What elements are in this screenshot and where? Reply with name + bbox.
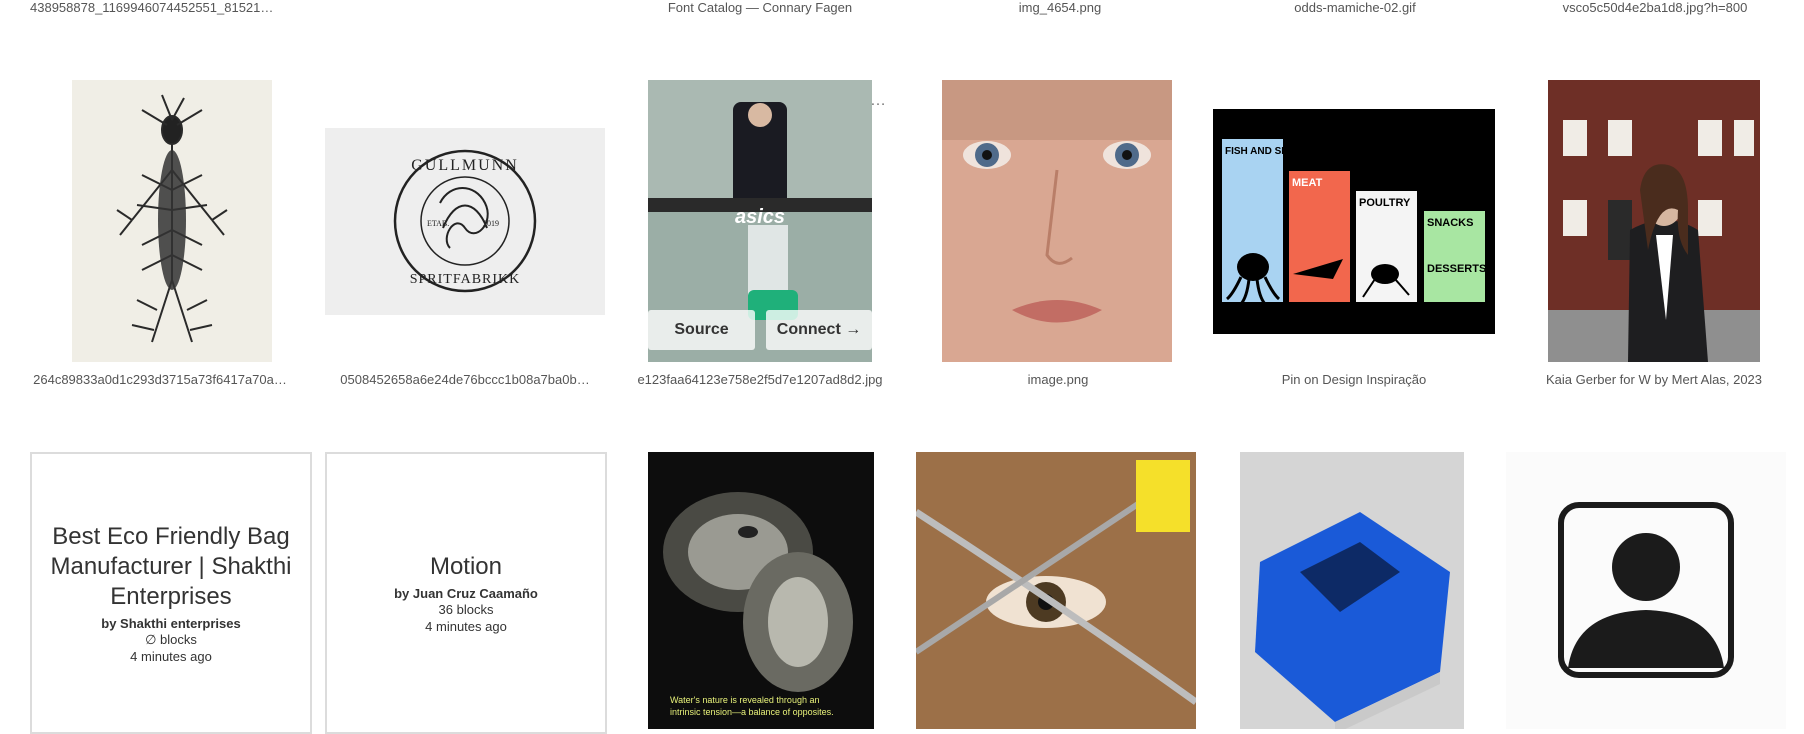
face-photo <box>942 80 1172 362</box>
image-block-blue-book[interactable] <box>1240 452 1464 729</box>
water-photo <box>648 452 874 729</box>
source-button[interactable]: Source <box>648 310 755 350</box>
image-block-menu[interactable]: FISH AND SEAFOODS MEAT POULTRY SNACKS DE… <box>1213 109 1495 334</box>
block-caption[interactable]: vsco5c50d4e2ba1d8.jpg?h=800 <box>1515 0 1795 15</box>
block-caption[interactable]: e123faa64123e758e2f5d7e1207ad8d2.jpg <box>620 372 900 387</box>
channel-block-count: 36 blocks <box>438 601 494 617</box>
channel-block-count: ∅ blocks <box>145 631 197 647</box>
image-block-water[interactable]: Water's nature is revealed through an in… <box>648 452 874 729</box>
menu-poultry-label: POULTRY <box>1359 197 1411 209</box>
block-caption[interactable]: Kaia Gerber for W by Mert Alas, 2023 <box>1520 372 1788 387</box>
menu-desserts-label: DESSERTS <box>1427 263 1486 275</box>
block-caption[interactable]: 264c89833a0d1c293d3715a73f6417a70a… <box>30 372 290 387</box>
logo-right-text: 2019 <box>483 219 499 228</box>
thorn-figure-image <box>72 80 272 362</box>
kaia-gerber-photo <box>1548 80 1760 362</box>
channel-block-shakthi[interactable]: Best Eco Friendly Bag Manufacturer | Sha… <box>30 452 312 734</box>
block-caption[interactable]: 0508452658a6e24de76bccc1b08a7ba0b… <box>325 372 605 387</box>
connect-label: Connect → <box>776 321 862 338</box>
logo-top-text: GULLMUNN <box>411 157 519 174</box>
barbed-eye-photo <box>916 452 1196 729</box>
image-block-asics[interactable]: asics Source Connect → <box>648 80 872 362</box>
connect-button[interactable]: Connect → <box>766 310 872 350</box>
image-block-barbed-eye[interactable] <box>916 452 1196 729</box>
water-caption-text: Water's nature is revealed through an in… <box>670 695 834 717</box>
channel-block-motion[interactable]: Motion by Juan Cruz Caamaño 36 blocks 4 … <box>325 452 607 734</box>
channel-updated-time: 4 minutes ago <box>425 618 507 634</box>
logo-left-text: ETAB. <box>427 219 449 228</box>
block-caption[interactable]: odds-mamiche-02.gif <box>1215 0 1495 15</box>
channel-updated-time: 4 minutes ago <box>130 648 212 664</box>
blue-book-photo <box>1240 452 1464 729</box>
menu-meat-label: MEAT <box>1292 177 1323 189</box>
block-caption[interactable]: img_4654.png <box>920 0 1200 15</box>
block-caption[interactable]: Font Catalog — Connary Fagen <box>620 0 900 15</box>
user-avatar-icon <box>1558 502 1734 678</box>
block-caption[interactable]: image.png <box>918 372 1198 387</box>
block-caption[interactable]: 438958878_1169946074452551_8152191… <box>30 0 280 15</box>
image-block-thorn-figure[interactable] <box>72 80 272 362</box>
gullmunn-logo: ETAB. 2019 GULLMUNN SPRITFABRIKK <box>393 149 537 293</box>
asics-brand-text: asics <box>735 206 785 228</box>
menu-graphic: FISH AND SEAFOODS MEAT POULTRY SNACKS DE… <box>1213 109 1495 334</box>
more-options-icon[interactable]: … <box>870 92 886 110</box>
menu-snacks-label: SNACKS <box>1427 217 1473 229</box>
channel-author: by Shakthi enterprises <box>101 615 241 631</box>
channel-title: Best Eco Friendly Bag Manufacturer | Sha… <box>50 522 292 610</box>
channel-author: by Juan Cruz Caamaño <box>394 585 538 601</box>
source-label: Source <box>674 321 729 338</box>
image-block-kaia-gerber[interactable] <box>1548 80 1760 362</box>
menu-fish-label: FISH AND SEAFOODS <box>1225 146 1331 157</box>
image-block-gullmunn-logo[interactable]: ETAB. 2019 GULLMUNN SPRITFABRIKK <box>325 128 605 315</box>
channel-title: Motion <box>429 552 503 580</box>
logo-bottom-text: SPRITFABRIKK <box>410 272 521 287</box>
image-block-face[interactable] <box>942 80 1172 362</box>
block-caption[interactable]: Pin on Design Inspiração <box>1213 372 1495 387</box>
image-block-avatar[interactable] <box>1506 452 1786 729</box>
